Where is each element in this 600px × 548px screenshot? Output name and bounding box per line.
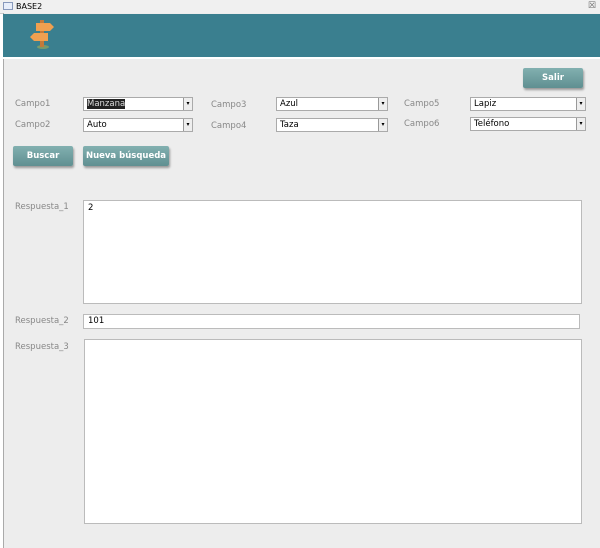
campo2-combo[interactable]: Auto ▾ [83, 118, 193, 132]
campo6-combo[interactable]: Teléfono ▾ [470, 117, 586, 131]
salir-button[interactable]: Salir [523, 68, 583, 88]
respuesta2-label: Respuesta_2 [15, 316, 69, 326]
dropdown-arrow-icon[interactable]: ▾ [576, 118, 585, 130]
respuesta3-textbox[interactable] [84, 339, 582, 524]
form-header [3, 14, 600, 59]
dropdown-arrow-icon[interactable]: ▾ [378, 119, 387, 131]
campo2-value: Auto [87, 120, 107, 130]
title-bar: BASE2 ☒ [0, 0, 600, 14]
campo6-value: Teléfono [474, 119, 510, 129]
respuesta3-label: Respuesta_3 [15, 342, 69, 352]
respuesta2-textbox[interactable]: 101 [83, 314, 580, 329]
form-icon [3, 2, 13, 10]
campo3-combo[interactable]: Azul ▾ [276, 97, 388, 111]
close-icon[interactable]: ☒ [588, 0, 596, 13]
dropdown-arrow-icon[interactable]: ▾ [183, 119, 192, 131]
campo3-value: Azul [280, 99, 299, 109]
campo5-value: Lapiz [474, 99, 497, 109]
campo4-label: Campo4 [211, 121, 247, 131]
dropdown-arrow-icon[interactable]: ▾ [576, 98, 585, 110]
window-title: BASE2 [16, 2, 43, 11]
respuesta1-textbox[interactable]: 2 [83, 200, 582, 304]
campo4-combo[interactable]: Taza ▾ [276, 118, 388, 132]
dropdown-arrow-icon[interactable]: ▾ [183, 98, 192, 110]
signpost-logo-icon [30, 20, 54, 49]
campo1-label: Campo1 [15, 99, 51, 109]
campo1-combo[interactable]: Manzana ▾ [83, 97, 193, 111]
dropdown-arrow-icon[interactable]: ▾ [378, 98, 387, 110]
campo1-value: Manzana [87, 99, 126, 109]
respuesta1-label: Respuesta_1 [15, 202, 69, 212]
campo6-label: Campo6 [404, 119, 440, 129]
campo3-label: Campo3 [211, 100, 247, 110]
buscar-button[interactable]: Buscar [13, 146, 73, 166]
campo5-label: Campo5 [404, 99, 440, 109]
campo4-value: Taza [280, 120, 299, 130]
campo2-label: Campo2 [15, 120, 51, 130]
nueva-busqueda-button[interactable]: Nueva búsqueda [83, 146, 169, 166]
campo5-combo[interactable]: Lapiz ▾ [470, 97, 586, 111]
